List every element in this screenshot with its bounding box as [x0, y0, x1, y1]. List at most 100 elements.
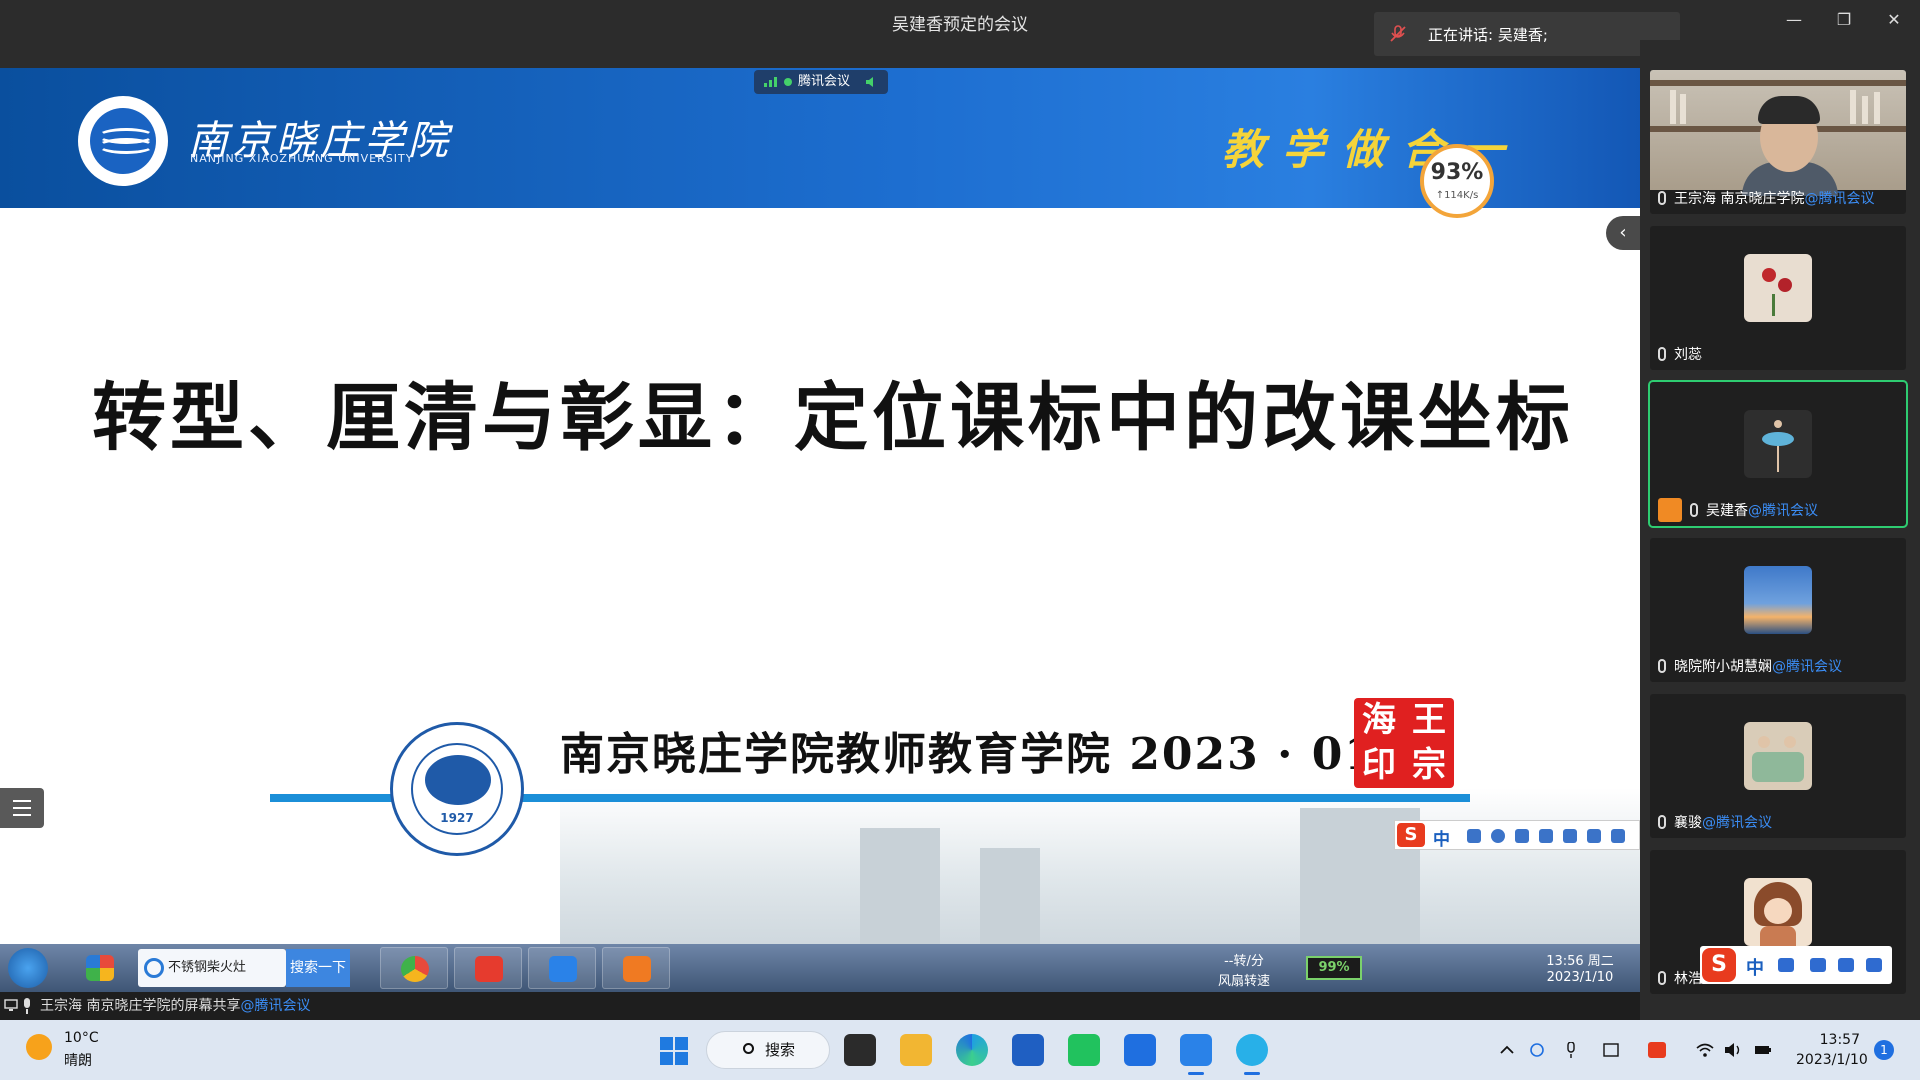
screen-share-presenter: 王宗海 南京晓庄学院的屏幕共享@腾讯会议 [0, 992, 1640, 1020]
fan-speed-label: 风扇转速 [1217, 974, 1270, 989]
university-name-en: NANJING XIAOZHUANG UNIVERSITY [190, 152, 414, 165]
participant-name-text: 襄骏 [1674, 815, 1702, 831]
taskbar-search[interactable]: 搜索 [706, 1031, 830, 1069]
battery-icon[interactable] [1754, 1042, 1772, 1058]
ie-search-text: 不锈钢柴火灶 [168, 960, 247, 975]
store-icon[interactable] [1012, 1034, 1044, 1066]
skin-icon[interactable] [1838, 958, 1854, 972]
grid-icon[interactable] [1611, 829, 1625, 843]
remote-taskbar: 不锈钢柴火灶 搜索一下 --转/分 风扇转速 99% 13:56 周二 2023… [0, 944, 1640, 992]
lenovo-icon[interactable] [1124, 1034, 1156, 1066]
ime-mode[interactable]: 中 [1746, 954, 1764, 980]
ime-floating-toolbar[interactable]: S 中 [1700, 946, 1892, 984]
media-player-icon[interactable] [602, 947, 670, 989]
presenter-name: 王宗海 南京晓庄学院的屏幕共享 [40, 998, 241, 1014]
input-method-icon[interactable] [1602, 1042, 1620, 1058]
tencent-meeting-taskbar-icon[interactable] [1180, 1034, 1212, 1075]
participant-avatar [1744, 722, 1812, 790]
notification-badge[interactable]: 1 [1874, 1040, 1894, 1060]
punctuation-icon[interactable] [1467, 829, 1481, 843]
mic-icon [1658, 659, 1666, 673]
ime-toolbar[interactable]: S 中 [1394, 820, 1640, 850]
performance-widget[interactable]: 93% ↑114K/s [1420, 144, 1494, 218]
perf-speed: ↑114K/s [1435, 190, 1479, 201]
seal-char: 宗 [1412, 745, 1446, 785]
sogou-tray-icon[interactable] [1648, 1042, 1666, 1058]
search-icon [743, 1043, 754, 1054]
sogou-icon: S [1702, 948, 1736, 982]
restore-button[interactable]: ❐ [1830, 8, 1858, 32]
perf-percent: 93% [1430, 160, 1484, 185]
skin-icon[interactable] [1587, 829, 1601, 843]
taskbar-clock[interactable]: 13:57 2023/1/10 [1796, 1030, 1868, 1070]
windows-start-icon[interactable] [660, 1037, 688, 1065]
wechat-icon[interactable] [1068, 1034, 1100, 1066]
seal-char: 印 [1362, 745, 1396, 785]
participant-card[interactable]: 晓院附小胡慧娴@腾讯会议 [1650, 538, 1906, 682]
participant-tag: @腾讯会议 [1804, 191, 1875, 207]
keyboard-icon[interactable] [1810, 958, 1826, 972]
close-button[interactable]: ✕ [1880, 8, 1908, 32]
chrome-icon[interactable] [380, 947, 448, 989]
minimize-button[interactable]: — [1780, 8, 1808, 32]
edge-icon[interactable] [956, 1034, 988, 1066]
volume-icon[interactable] [1724, 1042, 1742, 1058]
university-logo [78, 96, 168, 186]
participant-avatar [1744, 566, 1812, 634]
mic-icon [1658, 815, 1666, 829]
participant-card-active[interactable]: 吴建香@腾讯会议 [1648, 380, 1908, 528]
grid-icon[interactable] [1866, 958, 1882, 972]
chevron-up-icon[interactable] [1498, 1042, 1516, 1058]
seal-char: 王 [1412, 700, 1446, 740]
weather-sun-icon[interactable] [26, 1034, 52, 1060]
participant-avatar [1744, 878, 1812, 946]
participant-card[interactable]: 王宗海 南京晓庄学院@腾讯会议 [1650, 70, 1906, 214]
net-pill-label: 腾讯会议 [798, 74, 851, 89]
cloud-sync-icon[interactable] [1528, 1042, 1546, 1058]
slide-outline-button[interactable] [0, 788, 44, 828]
participant-name: 襄骏@腾讯会议 [1658, 812, 1772, 832]
slide-headline: 转型、厘清与彰显：定位课标中的改课坐标 [92, 375, 1574, 461]
ime-mode[interactable]: 中 [1433, 825, 1450, 850]
tencent-meeting-icon[interactable] [528, 947, 596, 989]
participant-name-text: 晓院附小胡慧娴 [1674, 659, 1772, 675]
participant-tag: @腾讯会议 [1748, 503, 1818, 519]
campus-background [560, 788, 1640, 944]
participant-name: 刘蕊 [1658, 344, 1702, 364]
search-go-button[interactable]: 搜索一下 [286, 949, 350, 987]
participant-name-text: 王宗海 南京晓庄学院 [1674, 191, 1805, 207]
app-launcher-icon[interactable] [66, 947, 134, 989]
wps-icon[interactable] [454, 947, 522, 989]
file-explorer-icon[interactable] [900, 1034, 932, 1066]
toolbox-icon[interactable] [1563, 829, 1577, 843]
chat-bubble-icon[interactable] [1236, 1034, 1268, 1075]
punctuation-icon[interactable] [1778, 958, 1794, 972]
participant-name: 吴建香@腾讯会议 [1690, 500, 1818, 520]
university-seal-logo: 1927 [390, 722, 524, 856]
signal-icon [764, 77, 777, 87]
participant-card[interactable]: 襄骏@腾讯会议 [1650, 694, 1906, 838]
status-dot-icon [784, 78, 792, 86]
participant-name: 林浩 [1658, 968, 1702, 988]
participant-card[interactable]: 刘蕊 [1650, 226, 1906, 370]
participant-video [1650, 70, 1906, 196]
collapse-panel-button[interactable]: ‹ [1606, 216, 1640, 250]
taskbar-search-label: 搜索 [765, 1041, 796, 1059]
weather-condition[interactable]: 晴朗 [64, 1050, 92, 1070]
windows-taskbar: 10°C 晴朗 搜索 13:57 2023/1/10 1 [0, 1020, 1920, 1080]
clock-time: 13:57 [1819, 1032, 1860, 1048]
network-status-pill[interactable]: 腾讯会议 [754, 70, 888, 94]
wifi-icon[interactable] [1696, 1042, 1714, 1058]
voice-icon[interactable] [1515, 829, 1529, 843]
weather-temperature[interactable]: 10°C [64, 1030, 99, 1046]
ie-search-box[interactable]: 不锈钢柴火灶 [138, 949, 286, 987]
participant-name: 晓院附小胡慧娴@腾讯会议 [1658, 656, 1842, 676]
windows-start-orb-icon[interactable] [8, 948, 48, 988]
task-view-icon[interactable] [844, 1034, 876, 1066]
speaker-icon [866, 77, 873, 87]
speaking-indicator: 正在讲话: 吴建香; [1374, 12, 1680, 56]
mic-muted-icon [1390, 25, 1406, 42]
keyboard-icon[interactable] [1539, 829, 1553, 843]
emoji-icon[interactable] [1491, 829, 1505, 843]
mic-icon[interactable] [1562, 1042, 1580, 1058]
